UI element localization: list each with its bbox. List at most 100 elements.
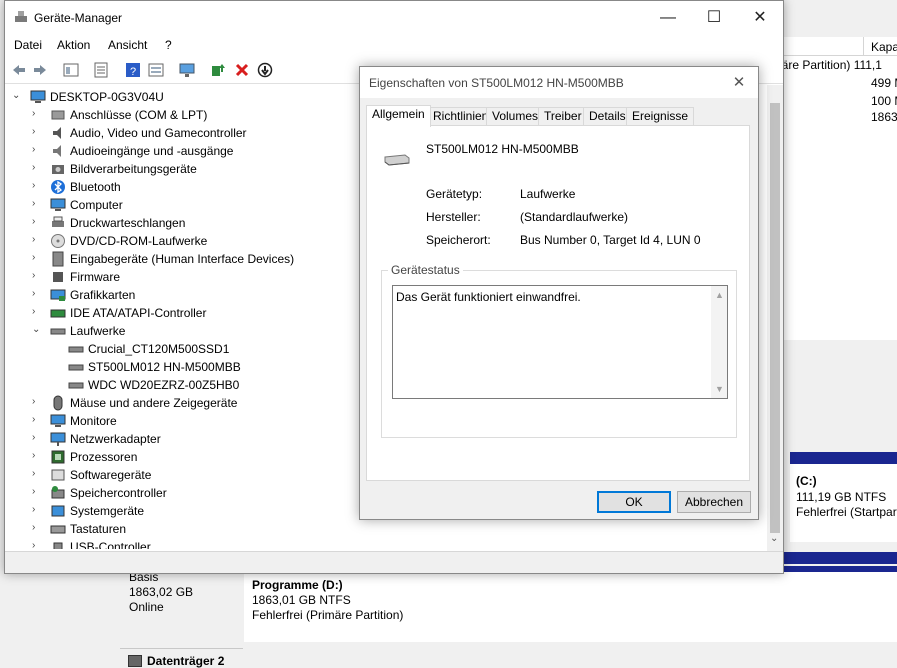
- tree-category-software[interactable]: › Softwaregeräte: [32, 466, 352, 484]
- disk2-label: Datenträger 2: [147, 654, 225, 668]
- chevron-right-icon[interactable]: ›: [32, 414, 42, 426]
- disk2-row[interactable]: Datenträger 2: [120, 648, 243, 668]
- tree-category-anschluesse[interactable]: › Anschlüsse (COM & LPT): [32, 106, 352, 124]
- tree-label: Speichercontroller: [70, 486, 167, 500]
- tree-device-st500[interactable]: ST500LM012 HN-M500MBB: [68, 358, 348, 376]
- tree-label: Anschlüsse (COM & LPT): [70, 108, 208, 122]
- tree-category-laufwerke[interactable]: ⌄ Laufwerke: [32, 322, 352, 340]
- tree-category-bildverarbeitung[interactable]: › Bildverarbeitungsgeräte: [32, 160, 352, 178]
- chevron-right-icon[interactable]: ›: [32, 234, 42, 246]
- chevron-right-icon[interactable]: ›: [32, 162, 42, 174]
- update-driver-icon[interactable]: [210, 62, 226, 78]
- chevron-right-icon[interactable]: ›: [32, 216, 42, 228]
- cancel-button[interactable]: Abbrechen: [677, 491, 751, 513]
- tab-richtlinien[interactable]: Richtlinien: [427, 107, 495, 126]
- tree-root[interactable]: ⌄ DESKTOP-0G3V04U: [12, 88, 352, 106]
- close-button[interactable]: ✕: [737, 1, 783, 34]
- chevron-down-icon[interactable]: ⌄: [12, 90, 22, 102]
- dialog-title-bar[interactable]: Eigenschaften von ST500LM012 HN-M500MBB …: [360, 67, 758, 98]
- cpu-icon: [51, 450, 65, 464]
- tree-category-tastaturen[interactable]: › Tastaturen: [32, 520, 352, 538]
- tree-category-dvd[interactable]: › DVD/CD-ROM-Laufwerke: [32, 232, 352, 250]
- tree-category-audioeingaenge[interactable]: › Audioeingänge und -ausgänge: [32, 142, 352, 160]
- scroll-down-icon[interactable]: ⌄: [770, 533, 778, 544]
- chevron-right-icon[interactable]: ›: [32, 144, 42, 156]
- chevron-right-icon[interactable]: ›: [32, 450, 42, 462]
- properties-icon[interactable]: [93, 62, 109, 78]
- properties-view-icon[interactable]: [63, 62, 79, 78]
- tree-category-computer[interactable]: › Computer: [32, 196, 352, 214]
- menu-help[interactable]: ?: [165, 38, 172, 52]
- chevron-right-icon[interactable]: ›: [32, 468, 42, 480]
- action-view-icon[interactable]: [148, 62, 164, 78]
- dialog-close-icon[interactable]: ✕: [726, 70, 752, 96]
- chevron-right-icon[interactable]: ›: [32, 108, 42, 120]
- disk-icon: [128, 655, 142, 667]
- status-scrollbar[interactable]: ▲ ▼: [711, 286, 727, 398]
- tab-ereignisse[interactable]: Ereignisse: [626, 107, 695, 126]
- chevron-right-icon[interactable]: ›: [32, 252, 42, 264]
- back-arrow-icon[interactable]: [11, 62, 27, 78]
- tree-category-druck[interactable]: › Druckwarteschlangen: [32, 214, 352, 232]
- tab-details[interactable]: Details: [583, 107, 632, 126]
- menu-ansicht[interactable]: Ansicht: [108, 38, 147, 52]
- partition-c[interactable]: (C:) 111,19 GB NTFS Fehlerfrei (Startpar…: [790, 452, 897, 542]
- tree-device-crucial[interactable]: Crucial_CT120M500SSD1: [68, 340, 348, 358]
- ok-button[interactable]: OK: [597, 491, 671, 513]
- tree-category-ide[interactable]: › IDE ATA/ATAPI-Controller: [32, 304, 352, 322]
- tree-category-monitore[interactable]: › Monitore: [32, 412, 352, 430]
- tree-category-speicher[interactable]: › Speichercontroller: [32, 484, 352, 502]
- tree-category-firmware[interactable]: › Firmware: [32, 268, 352, 286]
- help-icon[interactable]: ?: [125, 62, 141, 78]
- chevron-right-icon[interactable]: ›: [32, 522, 42, 534]
- scan-hardware-icon[interactable]: [179, 62, 195, 78]
- tree-category-netzwerk[interactable]: › Netzwerkadapter: [32, 430, 352, 448]
- menu-aktion[interactable]: Aktion: [57, 38, 90, 52]
- tree-category-prozessoren[interactable]: › Prozessoren: [32, 448, 352, 466]
- disable-device-icon[interactable]: [257, 62, 273, 78]
- scrollbar-thumb[interactable]: [770, 103, 780, 533]
- disk1-info[interactable]: Basis 1863,02 GB Online: [120, 570, 243, 642]
- maximize-button[interactable]: ☐: [691, 1, 737, 34]
- tree-category-maeuse[interactable]: › Mäuse und andere Zeigegeräte: [32, 394, 352, 412]
- chevron-right-icon[interactable]: ›: [32, 432, 42, 444]
- chevron-right-icon[interactable]: ›: [32, 126, 42, 138]
- list-item[interactable]: imäre Partition) 111,1: [769, 58, 882, 72]
- tab-allgemein[interactable]: Allgemein: [366, 105, 431, 127]
- tree-category-grafik[interactable]: › Grafikkarten: [32, 286, 352, 304]
- chevron-right-icon[interactable]: ›: [32, 180, 42, 192]
- tree-category-audio-video[interactable]: › Audio, Video und Gamecontroller: [32, 124, 352, 142]
- title-bar[interactable]: Geräte-Manager — ☐ ✕: [5, 1, 783, 34]
- tree-category-hid[interactable]: › Eingabegeräte (Human Interface Devices): [32, 250, 352, 268]
- chevron-right-icon[interactable]: ›: [32, 306, 42, 318]
- tree-device-wdc[interactable]: WDC WD20EZRZ-00Z5HB0: [68, 376, 348, 394]
- scroll-down-icon[interactable]: ▼: [715, 384, 724, 394]
- column-header[interactable]: Kapaz: [783, 37, 897, 56]
- chevron-right-icon[interactable]: ›: [32, 288, 42, 300]
- tab-volumes[interactable]: Volumes: [486, 107, 545, 126]
- menu-datei[interactable]: Datei: [14, 38, 42, 52]
- uninstall-x-icon[interactable]: [234, 62, 250, 78]
- chevron-right-icon[interactable]: ›: [32, 486, 42, 498]
- tree-label: ST500LM012 HN-M500MBB: [88, 360, 241, 374]
- vertical-scrollbar[interactable]: ⌄: [767, 85, 783, 551]
- chevron-right-icon[interactable]: ›: [32, 504, 42, 516]
- list-item[interactable]: 1863,: [871, 110, 897, 124]
- scroll-up-icon[interactable]: ▲: [715, 290, 724, 300]
- chevron-right-icon[interactable]: ›: [32, 396, 42, 408]
- tree-category-bluetooth[interactable]: › Bluetooth: [32, 178, 352, 196]
- chevron-right-icon[interactable]: ›: [32, 198, 42, 210]
- device-status-textbox[interactable]: Das Gerät funktioniert einwandfrei. ▲ ▼: [392, 285, 728, 399]
- chevron-down-icon[interactable]: ⌄: [32, 324, 42, 336]
- display-adapter-icon: [50, 289, 66, 301]
- minimize-button[interactable]: —: [645, 1, 691, 34]
- tree-category-usb[interactable]: › USB-Controller: [32, 538, 352, 549]
- chevron-right-icon[interactable]: ›: [32, 270, 42, 282]
- partition-programme[interactable]: Programme (D:) 1863,01 GB NTFS Fehlerfre…: [244, 566, 897, 642]
- forward-arrow-icon[interactable]: [32, 62, 48, 78]
- tab-treiber[interactable]: Treiber: [538, 107, 588, 126]
- chevron-right-icon[interactable]: ›: [32, 540, 42, 549]
- list-item[interactable]: 499 M: [871, 76, 897, 90]
- tree-category-system[interactable]: › Systemgeräte: [32, 502, 352, 520]
- list-item[interactable]: 100 M: [871, 94, 897, 108]
